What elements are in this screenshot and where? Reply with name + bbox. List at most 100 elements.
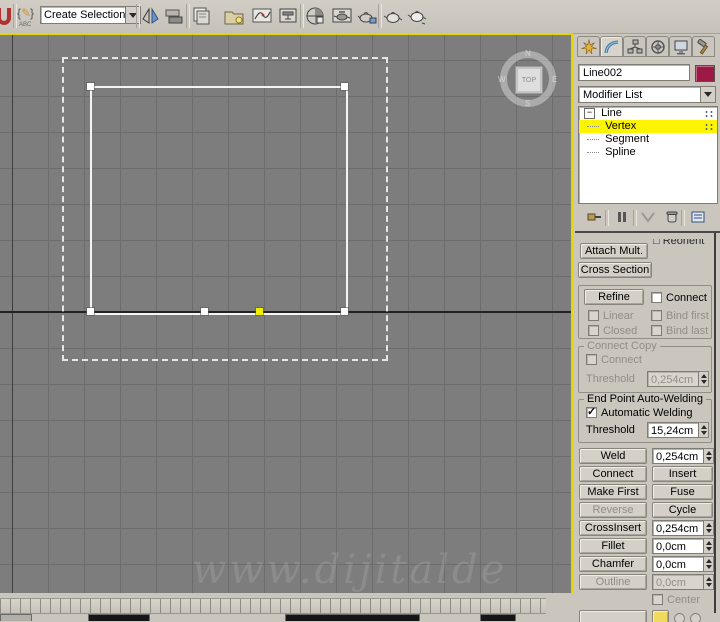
curve-editor-icon[interactable] [250,3,274,29]
spinner-value[interactable]: 0,254cm [652,520,704,536]
stack-row-vertex[interactable]: Vertex [579,120,717,133]
stack-row-spline[interactable]: Spline [579,146,717,159]
line-spline-shape[interactable] [90,86,348,315]
spinner-value[interactable]: 0,0cm [652,556,704,572]
render-production-teapot-icon[interactable] [381,3,405,29]
vertex-handle-selected[interactable] [256,308,263,315]
show-end-result-icon[interactable] [611,208,633,226]
automatic-welding-checkbox[interactable]: Automatic Welding [586,405,693,419]
vertex-handle[interactable] [341,83,348,90]
insert-button[interactable]: Insert [652,466,713,482]
vertex-handle[interactable] [341,308,348,315]
modifier-list-dropdown[interactable]: Modifier List [578,86,716,103]
compass-east-label[interactable]: E [552,75,557,84]
boolean-button-partial[interactable] [579,610,647,622]
modifier-list-arrow-icon[interactable] [701,86,716,103]
compass-south-label[interactable]: S [525,99,530,108]
tab-motion[interactable] [646,36,669,57]
vertex-handle[interactable] [201,308,208,315]
track-bar[interactable] [0,598,546,614]
crossinsert-spinner[interactable]: 0,254cm [652,520,714,536]
connect-button[interactable]: Connect [579,466,647,482]
spinner-value[interactable]: 15,24cm [647,422,699,438]
object-color-swatch[interactable] [695,65,715,82]
watermark: www.dijitalde [192,547,508,593]
cross-section-button[interactable]: Cross Section [578,262,652,278]
align-icon[interactable] [162,3,186,29]
3dsmax-window: { "toolbar": { "selection_set_value": "C… [0,0,720,622]
attach-mult-button[interactable]: Attach Mult. [580,243,648,259]
make-unique-icon[interactable] [637,208,659,226]
material-editor-icon[interactable] [303,3,327,29]
checkbox-box[interactable] [651,292,662,303]
viewcube-top-face[interactable]: TOP [515,66,543,94]
fillet-button[interactable]: Fillet [579,538,647,554]
top-viewport[interactable]: N S W E TOP www.dijitalde [0,33,573,595]
spinner-arrows-icon[interactable] [704,556,714,572]
modifier-list-value[interactable]: Modifier List [578,86,701,103]
refine-button[interactable]: Refine [584,289,644,305]
spinner-value[interactable]: 0,0cm [652,538,704,554]
compass-north-label[interactable]: N [525,49,531,58]
weld-threshold-spinner[interactable]: 0,254cm [652,448,714,464]
schematic-view-icon[interactable] [276,3,300,29]
scene-container-icon[interactable] [222,3,246,29]
stack-item-label[interactable]: Vertex [605,120,636,132]
chamfer-spinner[interactable]: 0,0cm [652,556,714,572]
cycle-button[interactable]: Cycle [652,502,713,518]
configure-modifier-sets-icon[interactable] [687,208,709,226]
spinner-arrows-icon[interactable] [704,520,714,536]
selection-set-combobox[interactable]: Create Selection Se [40,6,141,24]
object-name-field[interactable]: Line002 [578,64,690,81]
fillet-spinner[interactable]: 0,0cm [652,538,714,554]
reorient-checkbox-partial[interactable]: □ Reorient [653,239,713,249]
named-selection-sets-icon[interactable]: {} ✎ ABC [15,3,39,29]
pin-stack-icon[interactable] [583,208,605,226]
make-first-button[interactable]: Make First [579,484,647,500]
outline-spinner: 0,0cm [652,574,714,590]
tab-modify[interactable] [600,36,623,57]
boolean-intersect-icon-partial[interactable] [690,613,701,622]
spinner-arrows-icon[interactable] [699,422,709,438]
tab-display[interactable] [669,36,692,57]
chamfer-button[interactable]: Chamfer [579,556,647,572]
selection-set-value[interactable]: Create Selection Se [40,6,126,24]
mirror-icon[interactable] [139,3,163,29]
render-iterative-teapot-icon[interactable] [405,3,429,29]
compass-west-label[interactable]: W [498,75,506,84]
checkbox-box-checked[interactable] [586,405,597,418]
rollout-scrollbar[interactable] [714,233,716,613]
collapse-icon[interactable] [584,108,595,119]
autoweld-threshold-spinner[interactable]: 15,24cm [647,422,709,438]
spinner-arrows-icon[interactable] [704,538,714,554]
rendered-frame-icon[interactable] [355,3,379,29]
remove-modifier-icon[interactable] [661,208,683,226]
closed-checkbox: Closed [588,324,637,337]
connect-checkbox[interactable]: Connect [651,291,707,304]
viewcube[interactable]: N S W E TOP [498,49,557,108]
checkbox-label: Connect [601,353,642,366]
layer-manager-icon[interactable] [190,3,214,29]
boolean-union-icon-partial[interactable] [652,610,669,622]
render-setup-icon[interactable] [330,3,354,29]
tab-utilities[interactable] [692,36,715,57]
stack-item-label[interactable]: Segment [605,133,649,145]
weld-button[interactable]: Weld [579,448,647,464]
refine-group: Refine Connect Linear Bind first Closed … [578,285,712,339]
checkbox-label: Closed [603,324,638,337]
stack-item-label[interactable]: Spline [605,146,636,158]
stack-item-label[interactable]: Line [601,107,622,119]
boolean-subtract-icon-partial[interactable] [674,613,685,622]
spinner-value[interactable]: 0,254cm [652,448,704,464]
vertex-handle[interactable] [87,83,94,90]
vertex-handle[interactable] [87,308,94,315]
tab-create[interactable] [577,36,600,57]
toolbar-separator [605,210,609,226]
modifier-stack[interactable]: Line Vertex Segment Spline [578,106,718,204]
crossinsert-button[interactable]: CrossInsert [579,520,647,536]
fuse-button[interactable]: Fuse [652,484,713,500]
stack-row-segment[interactable]: Segment [579,133,717,146]
spinner-arrows-icon[interactable] [704,448,714,464]
tab-hierarchy[interactable] [623,36,646,57]
stack-row-line[interactable]: Line [579,107,717,120]
